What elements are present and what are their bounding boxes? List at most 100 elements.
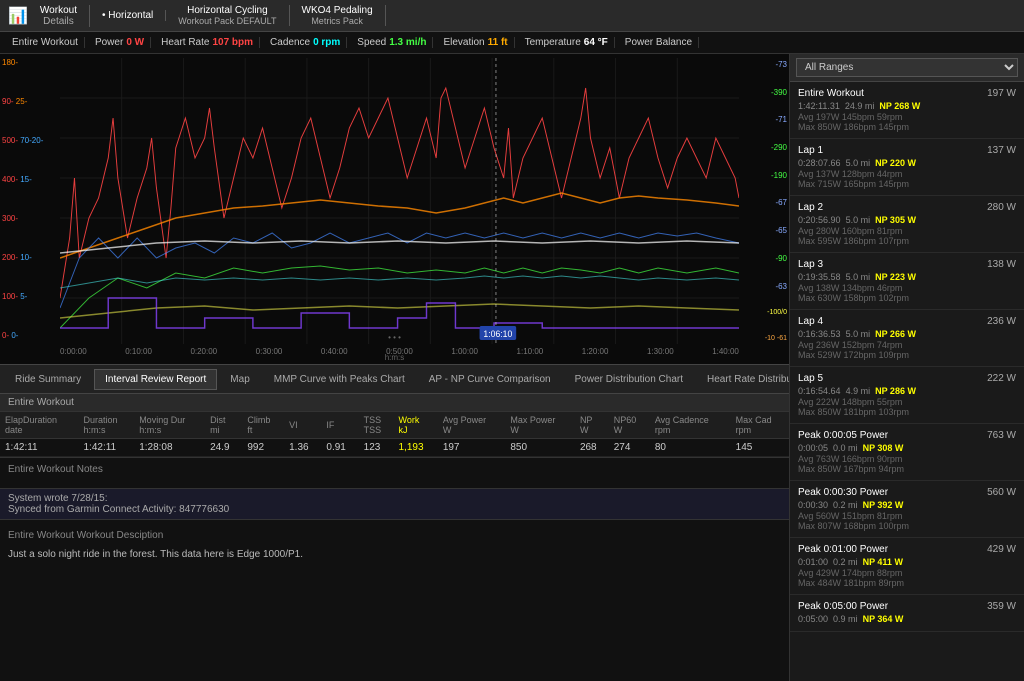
- tab-interval-review[interactable]: Interval Review Report: [94, 369, 217, 390]
- entry-time: 0:00:05 0.0 mi NP 308 W: [798, 443, 1016, 453]
- chart-svg: 1:06:10: [60, 58, 739, 344]
- main-layout: 180- 90- 25- 500- 70-20- 400- 15- 300- 2…: [0, 54, 1024, 681]
- notes-description: Entire Workout Workout Desciption Just a…: [0, 524, 789, 566]
- entry-time: 0:00:30 0.2 mi NP 392 W: [798, 500, 1016, 510]
- col-max-cad: Max Cadrpm: [731, 412, 789, 439]
- toolbar: 📊 Workout Details • Horizontal Horizonta…: [0, 0, 1024, 32]
- chart-icon: 📊: [8, 6, 28, 26]
- x-axis-label: h:m:s: [0, 353, 789, 362]
- col-max-power: Max PowerW: [505, 412, 575, 439]
- entry-time: 0:28:07.66 5.0 mi NP 220 W: [798, 158, 1016, 168]
- entry-title: Lap 4 236 W: [798, 316, 1016, 327]
- entry-title: Peak 0:05:00 Power 359 W: [798, 601, 1016, 612]
- entry-max: Max 715W 165bpm 145rpm: [798, 179, 1016, 189]
- stat-elevation: Elevation 11 ft: [437, 37, 514, 48]
- toolbar-workout-pack[interactable]: Horizontal Cycling Workout Pack DEFAULT: [178, 5, 289, 26]
- entry-avg: Avg 763W 166bpm 90rpm: [798, 454, 1016, 464]
- entry-avg: Avg 280W 160bpm 81rpm: [798, 226, 1016, 236]
- col-duration: Durationh:m:s: [78, 412, 134, 439]
- stat-temperature: Temperature 64 °F: [519, 37, 615, 48]
- right-panel-entry-4[interactable]: Lap 4 236 W 0:16:36.53 5.0 mi NP 266 W A…: [790, 310, 1024, 367]
- tab-hr-dist[interactable]: Heart Rate Distribution Chart: [696, 369, 789, 390]
- entry-avg: Avg 137W 128bpm 44rpm: [798, 169, 1016, 179]
- tab-ap-np-curve[interactable]: AP - NP Curve Comparison: [418, 369, 562, 390]
- right-panel-entry-9[interactable]: Peak 0:05:00 Power 359 W 0:05:00 0.9 mi …: [790, 595, 1024, 632]
- entry-title: Lap 5 222 W: [798, 373, 1016, 384]
- col-elapduration: ElapDurationdate: [0, 412, 78, 439]
- workout-notes-section: Entire Workout Notes: [0, 457, 789, 484]
- right-panel-header: All Ranges: [790, 54, 1024, 82]
- toolbar-workout-details[interactable]: Workout Details: [40, 5, 90, 27]
- data-section-header: Entire Workout: [0, 394, 789, 412]
- col-np60: NP60W: [609, 412, 650, 439]
- entry-max: Max 850W 181bpm 103rpm: [798, 407, 1016, 417]
- entry-title: Peak 0:01:00 Power 429 W: [798, 544, 1016, 555]
- stat-cadence: Cadence 0 rpm: [264, 37, 347, 48]
- data-table: ElapDurationdate Durationh:m:s Moving Du…: [0, 412, 789, 457]
- entry-time: 0:05:00 0.9 mi NP 364 W: [798, 614, 1016, 624]
- entry-time: 0:19:35.58 5.0 mi NP 223 W: [798, 272, 1016, 282]
- right-panel-entry-8[interactable]: Peak 0:01:00 Power 429 W 0:01:00 0.2 mi …: [790, 538, 1024, 595]
- right-panel-entry-0[interactable]: Entire Workout 197 W 1:42:11.31 24.9 mi …: [790, 82, 1024, 139]
- stat-power-balance: Power Balance: [619, 37, 699, 48]
- scrubber-dots: • • •: [388, 333, 401, 342]
- entry-max: Max 850W 186bpm 145rpm: [798, 122, 1016, 132]
- entry-max: Max 595W 186bpm 107rpm: [798, 236, 1016, 246]
- right-panel-entry-7[interactable]: Peak 0:00:30 Power 560 W 0:00:30 0.2 mi …: [790, 481, 1024, 538]
- entry-time: 0:16:54.64 4.9 mi NP 286 W: [798, 386, 1016, 396]
- col-avg-cadence: Avg Cadencerpm: [650, 412, 731, 439]
- range-select[interactable]: All Ranges: [796, 58, 1018, 77]
- entry-time: 1:42:11.31 24.9 mi NP 268 W: [798, 101, 1016, 111]
- notes-system: System wrote 7/28/15: Synced from Garmin…: [0, 488, 789, 520]
- entry-max: Max 630W 158bpm 102rpm: [798, 293, 1016, 303]
- entry-avg: Avg 236W 152bpm 74rpm: [798, 340, 1016, 350]
- table-row: 1:42:11 1:42:11 1:28:08 24.9 992 1.36 0.…: [0, 439, 789, 457]
- right-panel-entry-6[interactable]: Peak 0:00:05 Power 763 W 0:00:05 0.0 mi …: [790, 424, 1024, 481]
- stat-heart-rate: Heart Rate 107 bpm: [155, 37, 260, 48]
- entry-avg: Avg 138W 134bpm 46rpm: [798, 283, 1016, 293]
- entry-max: Max 850W 167bpm 94rpm: [798, 464, 1016, 474]
- entry-avg: Avg 197W 145bpm 59rpm: [798, 112, 1016, 122]
- stat-speed: Speed 1.3 mi/h: [351, 37, 433, 48]
- col-if: IF: [321, 412, 358, 439]
- entry-avg: Avg 560W 151bpm 81rpm: [798, 511, 1016, 521]
- col-moving-dur: Moving Durh:m:s: [134, 412, 205, 439]
- entry-title: Peak 0:00:05 Power 763 W: [798, 430, 1016, 441]
- tab-power-dist[interactable]: Power Distribution Chart: [564, 369, 694, 390]
- col-vi: VI: [284, 412, 321, 439]
- entry-max: Max 529W 172bpm 109rpm: [798, 350, 1016, 360]
- right-panel-entry-5[interactable]: Lap 5 222 W 0:16:54.64 4.9 mi NP 286 W A…: [790, 367, 1024, 424]
- svg-text:1:06:10: 1:06:10: [483, 329, 512, 339]
- right-entries: Entire Workout 197 W 1:42:11.31 24.9 mi …: [790, 82, 1024, 632]
- chart-area[interactable]: 180- 90- 25- 500- 70-20- 400- 15- 300- 2…: [0, 54, 789, 364]
- col-avg-power: Avg PowerW: [438, 412, 506, 439]
- tab-map[interactable]: Map: [219, 369, 260, 390]
- col-tss: TSSTSS: [359, 412, 394, 439]
- entry-avg: Avg 222W 148bpm 55rpm: [798, 397, 1016, 407]
- col-dist: Distmi: [205, 412, 242, 439]
- right-panel-entry-3[interactable]: Lap 3 138 W 0:19:35.58 5.0 mi NP 223 W A…: [790, 253, 1024, 310]
- entry-max: Max 484W 181bpm 89rpm: [798, 578, 1016, 588]
- entry-title: Entire Workout 197 W: [798, 88, 1016, 99]
- tab-mmp-curve[interactable]: MMP Curve with Peaks Chart: [263, 369, 416, 390]
- entry-title: Lap 2 280 W: [798, 202, 1016, 213]
- entry-title: Peak 0:00:30 Power 560 W: [798, 487, 1016, 498]
- stats-bar: Entire Workout Power 0 W Heart Rate 107 …: [0, 32, 1024, 54]
- entry-title: Lap 1 137 W: [798, 145, 1016, 156]
- entry-time: 0:01:00 0.2 mi NP 411 W: [798, 557, 1016, 567]
- col-np: NPW: [575, 412, 609, 439]
- entry-time: 0:16:36.53 5.0 mi NP 266 W: [798, 329, 1016, 339]
- tabs-area: Ride Summary Interval Review Report Map …: [0, 364, 789, 394]
- stat-power: Power 0 W: [89, 37, 151, 48]
- y-axis-left: 180- 90- 25- 500- 70-20- 400- 15- 300- 2…: [0, 54, 60, 344]
- right-panel: All Ranges Entire Workout 197 W 1:42:11.…: [789, 54, 1024, 681]
- right-panel-entry-2[interactable]: Lap 2 280 W 0:20:56.90 5.0 mi NP 305 W A…: [790, 196, 1024, 253]
- tab-ride-summary[interactable]: Ride Summary: [4, 369, 92, 390]
- left-panel: 180- 90- 25- 500- 70-20- 400- 15- 300- 2…: [0, 54, 789, 681]
- y-axis-right: -73 -390 -71 -290 -190 -67 -65 -90 -63 -…: [739, 58, 789, 344]
- toolbar-horizontal[interactable]: • Horizontal: [102, 10, 166, 21]
- entry-max: Max 807W 168bpm 100rpm: [798, 521, 1016, 531]
- right-panel-entry-1[interactable]: Lap 1 137 W 0:28:07.66 5.0 mi NP 220 W A…: [790, 139, 1024, 196]
- table-header-row: ElapDurationdate Durationh:m:s Moving Du…: [0, 412, 789, 439]
- toolbar-metrics-pack[interactable]: WKO4 Pedaling Metrics Pack: [302, 5, 386, 26]
